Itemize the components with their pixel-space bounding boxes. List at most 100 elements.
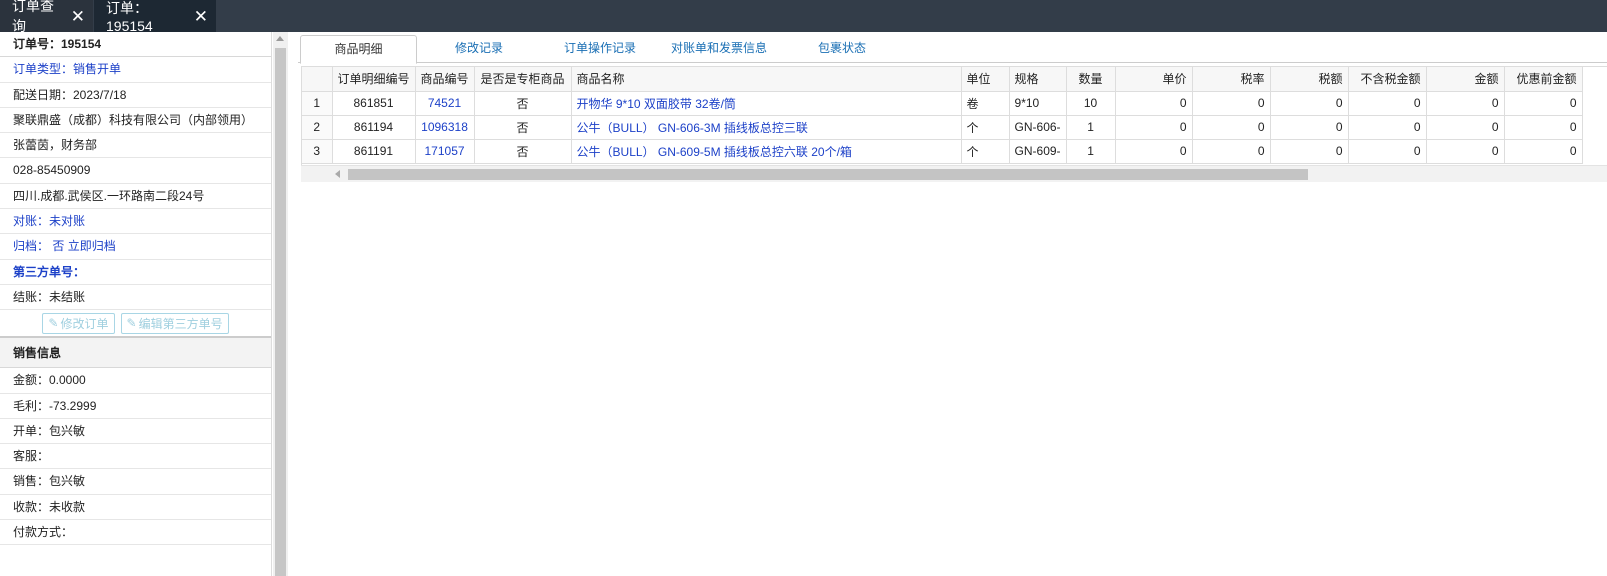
cell-tax-rate: 0 <box>1192 91 1271 116</box>
col-index <box>302 67 333 92</box>
col-detail-id[interactable]: 订单明细编号 <box>332 67 416 92</box>
sales-info-title: 销售信息 <box>0 338 271 369</box>
edit-icon: ✎ <box>48 316 59 331</box>
order-info-panel: 订单号：195154 订单类型：销售开单 配送日期：2023/7/18 聚联鼎盛… <box>0 32 288 576</box>
cell-unit: 卷 <box>961 91 1010 116</box>
row-index: 3 <box>302 139 333 164</box>
contact-phone: 028-85450909 <box>0 158 271 184</box>
col-is-counter[interactable]: 是否是专柜商品 <box>474 67 572 92</box>
third-party-number: 第三方单号： <box>0 260 271 285</box>
scrollbar-thumb[interactable] <box>275 48 286 576</box>
customer-company: 聚联鼎盛（成都）科技有限公司（内部领用） <box>0 108 271 134</box>
tab-product-details[interactable]: 商品明细 <box>300 35 417 64</box>
col-spec[interactable]: 规格 <box>1009 67 1067 92</box>
cell-product-id-link[interactable]: 171057 <box>415 139 475 164</box>
settle-status: 结账：未结账 <box>0 285 271 311</box>
cell-unit-price: 0 <box>1115 91 1193 116</box>
contact-person: 张蕾茵，财务部 <box>0 133 271 159</box>
col-unit[interactable]: 单位 <box>961 67 1010 92</box>
tab-package-status[interactable]: 包裹状态 <box>800 35 884 63</box>
table-row[interactable]: 3 861191 171057 否 公牛（BULL） GN-609-5M 插线板… <box>302 139 1583 164</box>
tab-label: 订单查询 <box>12 0 54 34</box>
close-icon[interactable]: ✕ <box>194 8 208 25</box>
delivery-address: 四川.成都.武侯区.一环路南二段24号 <box>0 184 271 210</box>
gross-profit: 毛利：-73.2999 <box>0 394 271 419</box>
col-pretax-amount[interactable]: 不含税金额 <box>1348 67 1427 92</box>
cell-tax-rate: 0 <box>1192 139 1271 164</box>
cell-detail-id: 861191 <box>332 139 416 164</box>
cell-unit: 个 <box>961 115 1010 140</box>
cell-amount: 0 <box>1426 139 1505 164</box>
cell-product-id-link[interactable]: 1096318 <box>415 115 475 140</box>
cell-pretax-amount: 0 <box>1348 139 1427 164</box>
tab-order-detail[interactable]: 订单：195154 ✕ <box>94 0 216 34</box>
col-unit-price[interactable]: 单价 <box>1115 67 1193 92</box>
order-detail-area: 商品明细 修改记录 订单操作记录 对账单和发票信息 包裹状态 订单明细编号 商品… <box>298 32 1607 576</box>
receipt-status: 收款：未收款 <box>0 495 271 521</box>
table-header: 订单明细编号 商品编号 是否是专柜商品 商品名称 单位 规格 数量 单价 税率 … <box>302 67 1583 92</box>
scroll-left-icon[interactable] <box>335 170 340 178</box>
archive-label: 归档： <box>13 239 50 254</box>
cell-pre-discount: 0 <box>1504 139 1583 164</box>
tab-operation-log[interactable]: 订单操作记录 <box>550 35 650 63</box>
edit-icon: ✎ <box>126 316 137 331</box>
edit-order-label: 修改订单 <box>60 316 109 331</box>
table-row[interactable]: 2 861194 1096318 否 公牛（BULL） GN-606-3M 插线… <box>302 115 1583 140</box>
order-number: 订单号：195154 <box>0 32 271 58</box>
top-tab-bar: 订单查询 ✕ 订单：195154 ✕ <box>0 0 1607 34</box>
edit-order-button[interactable]: ✎ 修改订单 <box>42 312 115 334</box>
cell-tax-amount: 0 <box>1270 115 1349 140</box>
cell-pre-discount: 0 <box>1504 115 1583 140</box>
row-index: 1 <box>302 91 333 116</box>
cell-amount: 0 <box>1426 91 1505 116</box>
archive-now-link[interactable]: 立即归档 <box>68 239 116 253</box>
payment-method: 付款方式： <box>0 520 271 546</box>
col-tax-rate[interactable]: 税率 <box>1192 67 1271 92</box>
col-amount[interactable]: 金额 <box>1426 67 1505 92</box>
cell-spec: GN-609- <box>1009 139 1067 164</box>
col-product-id[interactable]: 商品编号 <box>415 67 475 92</box>
close-icon[interactable]: ✕ <box>71 8 85 25</box>
order-actions: ✎ 修改订单 ✎ 编辑第三方单号 <box>0 310 271 339</box>
table-row[interactable]: 1 861851 74521 否 开物华 9*10 双面胶带 32卷/筒 卷 9… <box>302 91 1583 116</box>
cell-tax-rate: 0 <box>1192 115 1271 140</box>
cell-tax-amount: 0 <box>1270 139 1349 164</box>
issuer: 开单：包兴敏 <box>0 419 271 445</box>
left-scrollbar[interactable] <box>273 32 288 576</box>
col-quantity[interactable]: 数量 <box>1066 67 1116 92</box>
detail-tabs: 商品明细 修改记录 订单操作记录 对账单和发票信息 包裹状态 <box>298 35 1607 64</box>
table-horizontal-scrollbar[interactable] <box>301 165 1607 182</box>
scrollbar-thumb[interactable] <box>348 169 1308 180</box>
cell-tax-amount: 0 <box>1270 91 1349 116</box>
cell-unit: 个 <box>961 139 1010 164</box>
cell-product-name-link[interactable]: 开物华 9*10 双面胶带 32卷/筒 <box>571 91 962 116</box>
scroll-up-icon[interactable] <box>276 36 284 41</box>
cell-quantity: 1 <box>1066 139 1116 164</box>
cell-product-name-link[interactable]: 公牛（BULL） GN-609-5M 插线板总控六联 20个/箱 <box>571 139 962 164</box>
cell-quantity: 1 <box>1066 115 1116 140</box>
tab-order-query[interactable]: 订单查询 ✕ <box>0 0 93 34</box>
edit-third-party-button[interactable]: ✎ 编辑第三方单号 <box>120 312 229 334</box>
cell-unit-price: 0 <box>1115 115 1193 140</box>
reconcile-status: 对账：未对账 <box>0 209 271 235</box>
cell-spec: GN-606- <box>1009 115 1067 140</box>
cell-is-counter: 否 <box>474 91 572 116</box>
row-index: 2 <box>302 115 333 140</box>
cell-unit-price: 0 <box>1115 139 1193 164</box>
tab-statement-invoice[interactable]: 对账单和发票信息 <box>664 35 774 63</box>
order-type: 订单类型：销售开单 <box>0 57 271 83</box>
salesperson: 销售：包兴敏 <box>0 469 271 495</box>
col-pre-discount[interactable]: 优惠前金额 <box>1504 67 1583 92</box>
col-product-name[interactable]: 商品名称 <box>571 67 962 92</box>
archive-status: 归档： 否 立即归档 <box>0 234 271 260</box>
cell-product-id-link[interactable]: 74521 <box>415 91 475 116</box>
cell-pretax-amount: 0 <box>1348 115 1427 140</box>
cell-pretax-amount: 0 <box>1348 91 1427 116</box>
cell-is-counter: 否 <box>474 115 572 140</box>
col-tax-amount[interactable]: 税额 <box>1270 67 1349 92</box>
cell-pre-discount: 0 <box>1504 91 1583 116</box>
customer-service: 客服： <box>0 444 271 470</box>
cell-detail-id: 861851 <box>332 91 416 116</box>
cell-product-name-link[interactable]: 公牛（BULL） GN-606-3M 插线板总控三联 <box>571 115 962 140</box>
tab-change-log[interactable]: 修改记录 <box>436 35 522 63</box>
